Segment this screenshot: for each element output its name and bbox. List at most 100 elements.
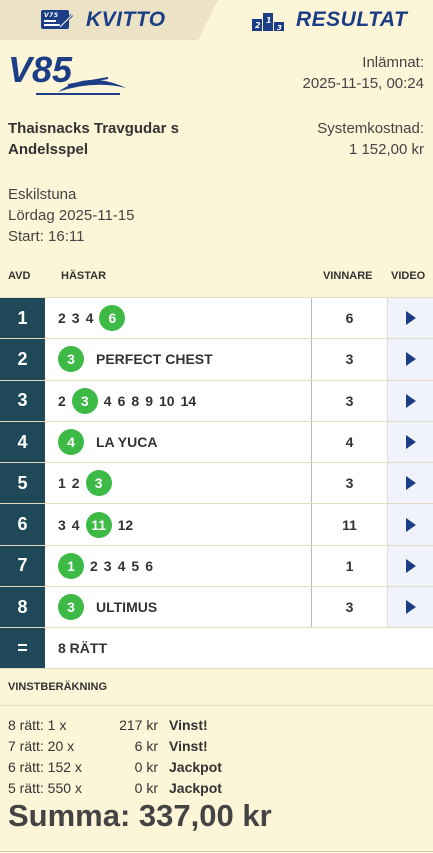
horse-picks: 123456 [45,545,311,587]
table-row: 8 3 ULTIMUS 3 [0,586,433,628]
video-button[interactable] [387,339,433,380]
winner-number: 4 [311,421,387,463]
horse-number: 1 [58,475,66,492]
horse-picks: 4 LA YUCA [45,421,311,463]
horse-number: 8 [131,392,140,409]
v85-logo: V85 [8,49,133,103]
winning-horse-badge: 4 [58,429,84,456]
vinst-lines: 8 rätt: 1 x 217 kr Vinst! 7 rätt: 20 x6 kr V… [8,715,308,799]
winning-horse-badge: 11 [85,511,112,538]
winner-number: 3 [311,463,387,504]
horse-name: PERFECT CHEST [96,351,213,368]
system-cost-label: Systemkostnad: [317,120,424,137]
vinst-line-status: Jackpot [169,759,222,775]
horse-number: 2 [90,557,98,574]
table-row: 6 3 4 11 12 11 [0,503,433,545]
submitted-block: Inlämnat: 2025-11-15, 00:24 [303,52,425,94]
logo-text: V85 [8,52,73,90]
horse-number: 4 [71,516,80,533]
svg-text:1: 1 [266,16,272,25]
vinst-line: 5 rätt: 550 x0 kr Jackpot [8,778,308,799]
video-button[interactable] [387,298,433,339]
winning-horse-badge: 3 [58,346,84,373]
ticket-name-line1: Thaisnacks Travgudar s [8,120,179,137]
table-row: 2 3 PERFECT CHEST 3 [0,338,433,380]
col-avd: AVD [8,270,31,282]
horse-number: 6 [117,392,126,409]
horse-number: 14 [180,392,197,409]
video-button[interactable] [387,587,433,628]
summa-total: Summa: 337,00 kr [8,798,272,833]
play-icon [405,517,416,532]
tab-resultat-label: RESULTAT [296,8,408,31]
race-track: Eskilstuna [8,186,77,203]
vinst-line: 8 rätt: 1 x 217 kr Vinst! [8,715,308,736]
table-row: 71234561 [0,544,433,587]
vinst-line-amount: 0 kr [134,759,158,775]
avd-number: 5 [0,463,45,504]
table-row: 3 2 3 4 6 8 9 10 14 3 [0,379,433,421]
ticket-name: Thaisnacks Travgudar s Andelsspel [8,118,179,160]
ticket-name-line2: Andelsspel [8,141,89,158]
horse-name: LA YUCA [96,434,158,451]
tab-kvitto-label: KVITTO [86,8,166,31]
horse-number: 6 [145,557,153,574]
video-button[interactable] [387,504,433,545]
horse-picks: 2 3 4 6 8 9 10 14 [45,380,311,421]
svg-text:V75: V75 [44,12,59,19]
vinst-line-status: Vinst! [169,717,208,733]
tab-kvitto[interactable]: V75 KVITTO [0,0,218,40]
avd-number: 2 [0,339,45,380]
horse-picks: 3 ULTIMUS [45,587,311,628]
system-cost-value: 1 152,00 kr [348,141,424,158]
horse-number: 2 [58,310,66,327]
play-icon [405,435,416,450]
horse-picks: 2346 [45,298,311,339]
horse-picks: 3 4 11 12 [45,504,311,545]
vinst-line-status: Vinst! [169,738,208,754]
result-text: 8 RÄTT [45,628,433,669]
horse-number: 3 [103,557,112,574]
tab-bar: V75 KVITTO 1 2 3 RESULTAT [0,0,433,40]
podium-icon: 1 2 3 [252,9,284,31]
vinst-line: 7 rätt: 20 x6 kr Vinst! [8,736,308,757]
play-icon [405,600,416,615]
submitted-label: Inlämnat: [362,54,424,71]
horse-number: 4 [117,557,126,574]
vinst-line-amount: 6 kr [134,738,158,754]
table-row: 51233 [0,462,433,504]
video-button[interactable] [387,421,433,463]
horse-number: 2 [58,392,66,409]
play-icon [405,558,416,573]
table-row: 123466 [0,297,433,339]
receipt-icon: V75 [40,9,74,31]
col-video: VIDEO [391,270,426,282]
submitted-value: 2025-11-15, 00:24 [302,75,425,92]
winning-horse-badge: 1 [58,552,84,579]
vinst-line-amount: 217 kr [119,717,158,733]
winning-horse-badge: 3 [71,387,98,414]
avd-number: 8 [0,587,45,628]
horse-number: 2 [71,475,80,492]
play-icon [405,393,416,408]
tab-resultat[interactable]: 1 2 3 RESULTAT [210,0,433,40]
svg-text:3: 3 [277,24,282,31]
winner-number: 3 [311,339,387,380]
bottom-divider [0,851,433,852]
winning-horse-badge: 6 [99,305,126,332]
system-cost: Systemkostnad: 1 152,00 kr [317,118,424,160]
race-info: Eskilstuna Lördag 2025-11-15 Start: 16:1… [8,184,135,247]
video-button[interactable] [387,380,433,421]
horse-picks: 123 [45,463,311,504]
horse-number: 3 [58,516,66,533]
avd-number: 7 [0,545,45,587]
horse-number: 10 [158,392,175,409]
result-symbol: = [0,628,45,669]
horse-picks: 3 PERFECT CHEST [45,339,311,380]
winner-number: 11 [311,504,387,545]
video-button[interactable] [387,463,433,504]
video-button[interactable] [387,545,433,587]
horse-number: 12 [117,516,134,533]
race-start: Start: 16:11 [8,228,85,245]
winner-number: 1 [311,545,387,587]
